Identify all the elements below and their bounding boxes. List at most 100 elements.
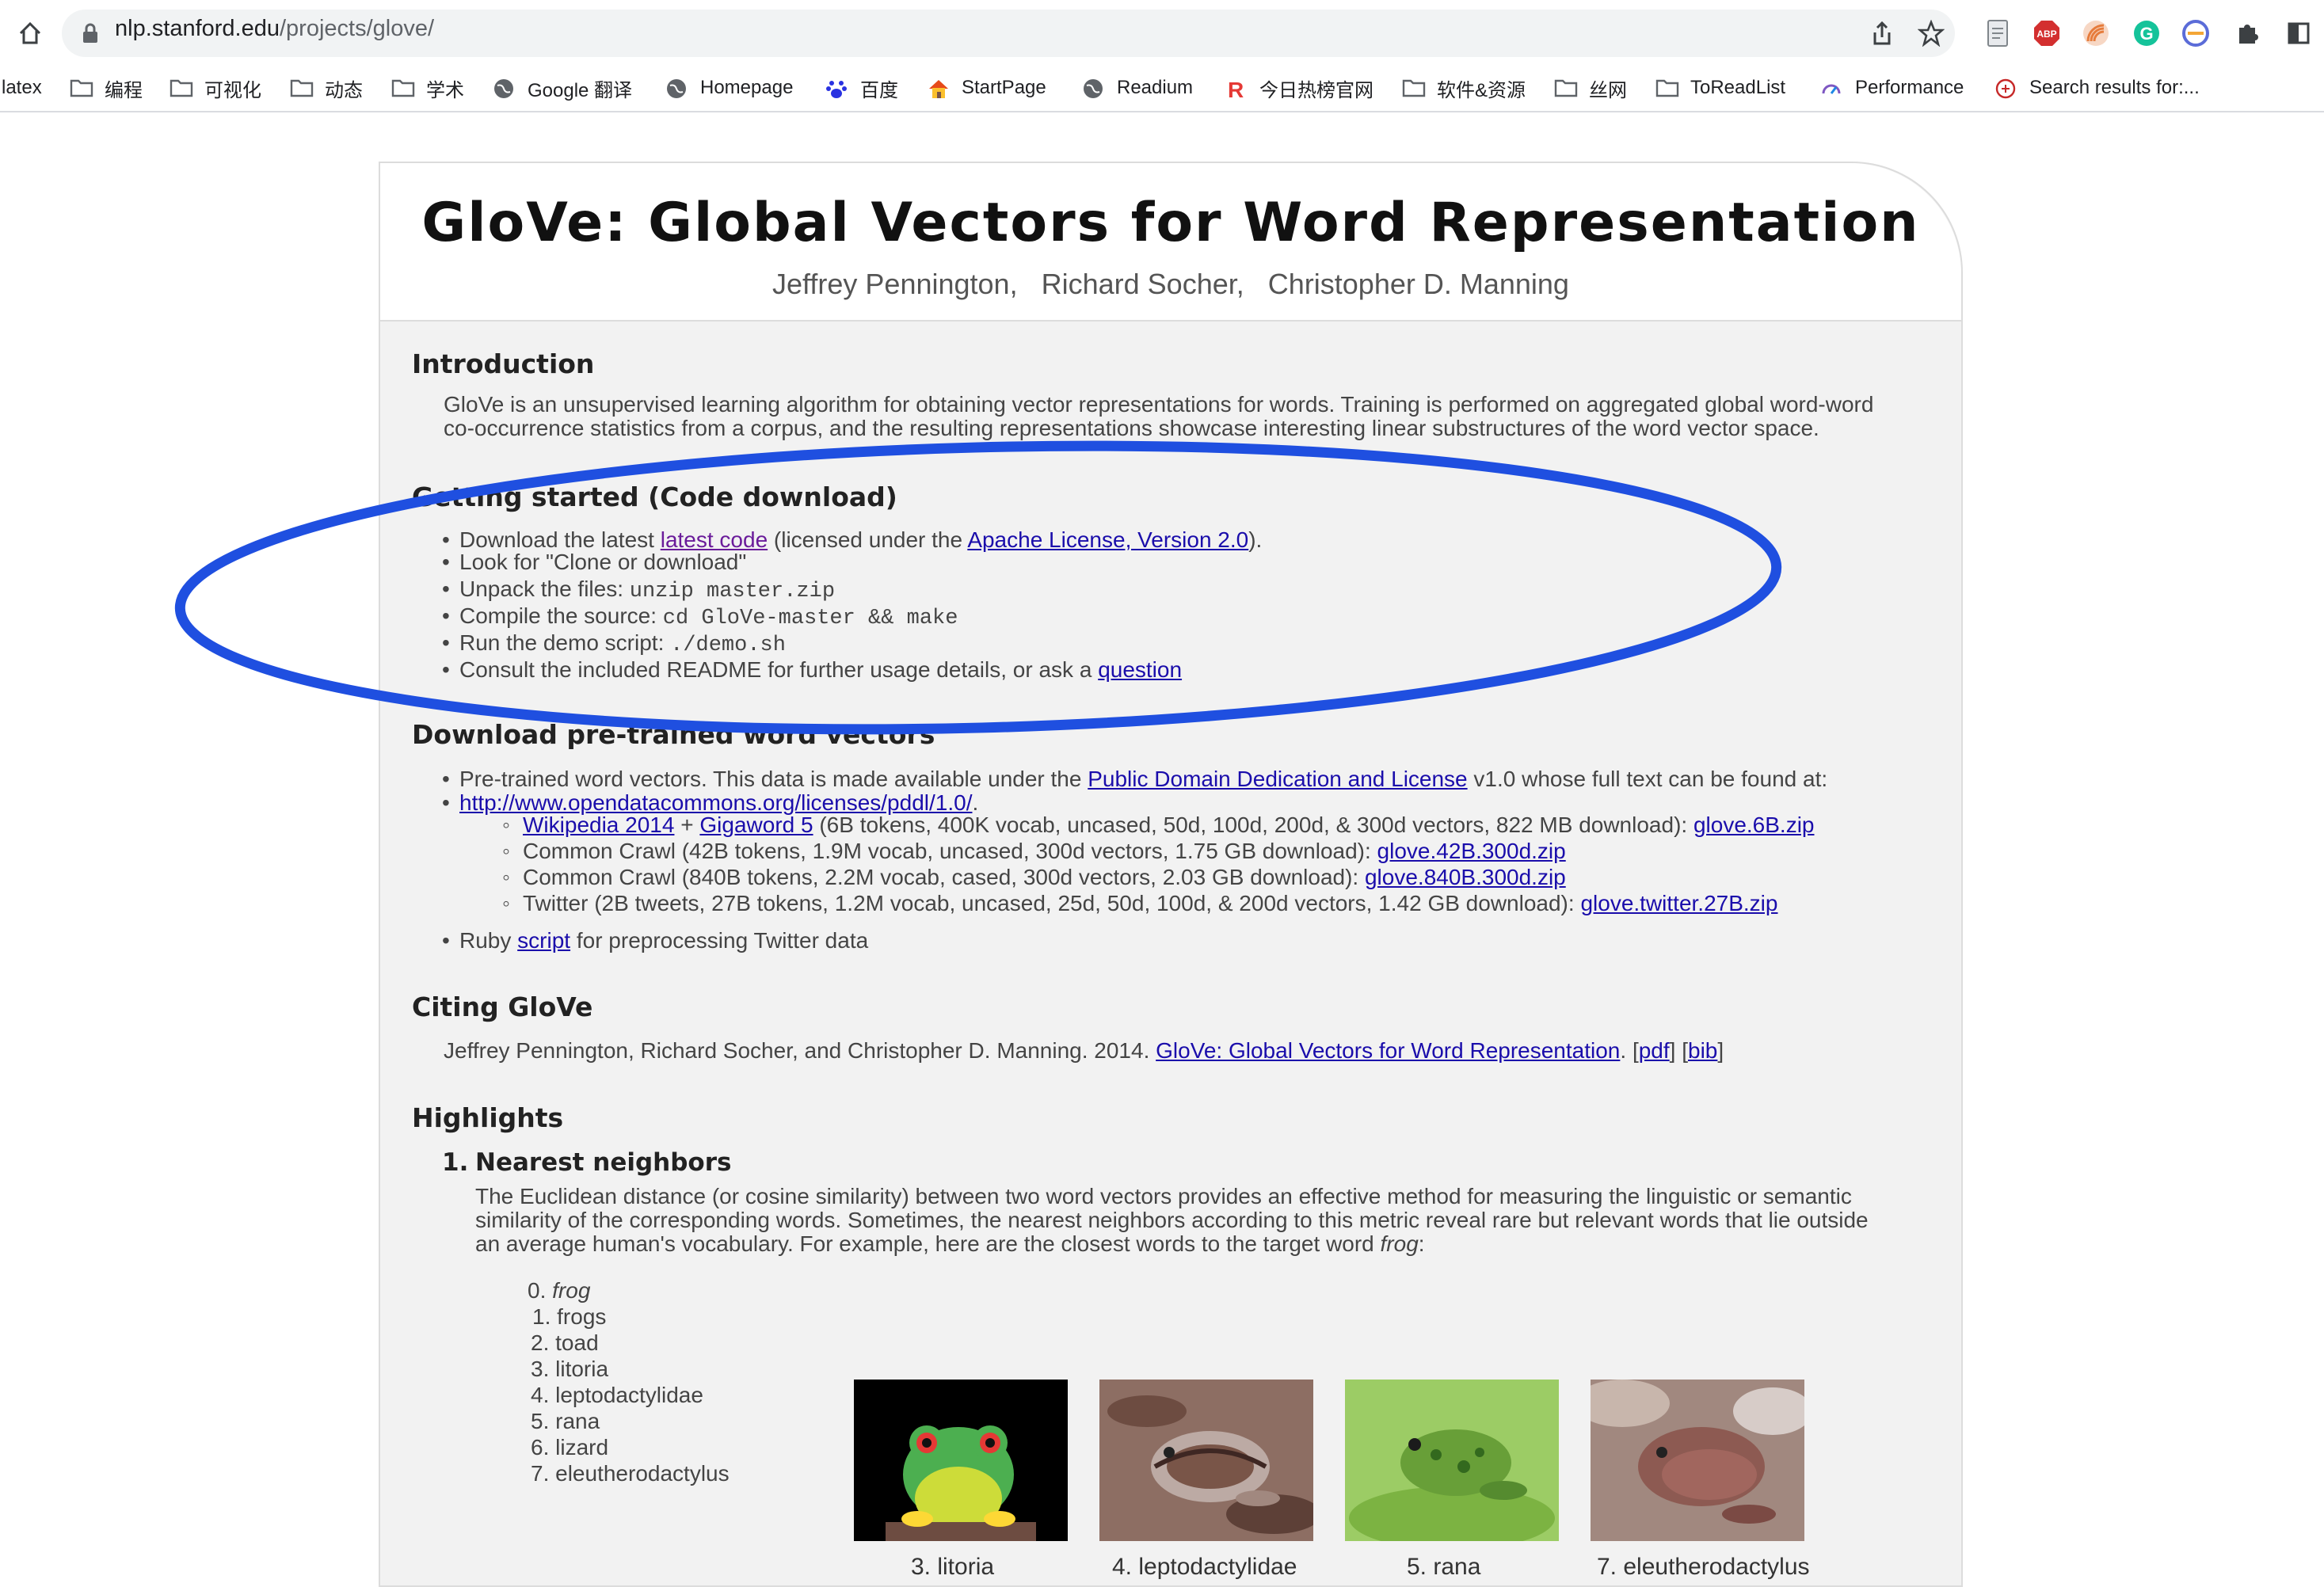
bookmark-label: Google 翻译: [528, 79, 633, 101]
author-list: Jeffrey Pennington, Richard Socher, Chri…: [380, 268, 1961, 301]
neighbor-num: 0.: [528, 1278, 547, 1303]
bookmark-latex[interactable]: latex: [2, 73, 42, 103]
pdf-link[interactable]: pdf: [1639, 1038, 1670, 1063]
web-page: GloVe: Global Vectors for Word Represent…: [0, 112, 2324, 1587]
home-icon[interactable]: [14, 17, 46, 49]
pretrained-text: .: [972, 790, 979, 815]
svg-text:ABP: ABP: [2036, 29, 2056, 40]
bookmark-label: Search results for:...: [2029, 77, 2200, 98]
bookmark-label: 学术: [426, 79, 464, 101]
ruby-script-link[interactable]: script: [517, 928, 570, 953]
pretrained-desc-item: Pre-trained word vectors. This data is m…: [442, 767, 1828, 792]
share-icon[interactable]: [1866, 17, 1898, 49]
bookmark-biancheng[interactable]: 编程: [70, 73, 143, 103]
translate-extension-icon[interactable]: [2180, 17, 2212, 49]
apache-license-link[interactable]: Apache License, Version 2.0: [967, 527, 1248, 552]
globe-icon: [1082, 78, 1106, 98]
frog-caption: 5. rana: [1407, 1554, 1481, 1580]
bookmark-jinri-rebang[interactable]: R 今日热榜官网: [1225, 73, 1373, 103]
intro-heading: Introduction: [412, 348, 595, 379]
neighbor-word: toad: [555, 1330, 599, 1355]
bookmark-readium[interactable]: Readium: [1082, 73, 1193, 103]
nn-line: The Euclidean distance (or cosine simila…: [475, 1184, 1852, 1208]
target-word: frog: [1380, 1231, 1419, 1256]
bookmark-label: Readium: [1117, 77, 1194, 98]
citation-text: Jeffrey Pennington, Richard Socher, and …: [444, 1038, 1156, 1063]
ruby-text: for preprocessing Twitter data: [570, 928, 869, 953]
bookmark-label: latex: [2, 77, 42, 98]
bookmark-toreadlist[interactable]: ToReadList: [1655, 73, 1785, 103]
rss-extension-icon[interactable]: [2080, 17, 2112, 49]
wikipedia-link[interactable]: Wikipedia 2014: [523, 813, 674, 837]
grammarly-icon[interactable]: G: [2131, 17, 2162, 49]
leptodactylidae-image: [1099, 1380, 1313, 1541]
glove-twitter-link[interactable]: glove.twitter.27B.zip: [1580, 891, 1777, 915]
folder-icon: [391, 78, 415, 98]
svg-text:R: R: [1228, 78, 1244, 101]
nn-line: an average human's vocabulary. For examp…: [475, 1232, 1869, 1256]
bookmark-startpage[interactable]: StartPage: [927, 73, 1046, 103]
bookmark-baidu[interactable]: 百度: [825, 73, 898, 103]
pddl-url-link[interactable]: http://www.opendatacommons.org/licenses/…: [459, 790, 972, 815]
url-text[interactable]: nlp.stanford.edu/projects/glove/: [115, 16, 434, 42]
latest-code-link[interactable]: latest code: [661, 527, 768, 552]
neighbor-num: 1.: [532, 1304, 551, 1329]
folder-icon: [290, 78, 314, 98]
bookmark-google-translate[interactable]: Google 翻译: [493, 73, 632, 103]
citation-sep: ]: [1717, 1038, 1724, 1063]
bookmark-xueshu[interactable]: 学术: [391, 73, 464, 103]
demo-text: Run the demo script:: [459, 630, 671, 655]
question-link[interactable]: question: [1098, 657, 1182, 682]
frog-caption: 3. litoria: [911, 1554, 995, 1580]
bookmark-ruanjian-ziyuan[interactable]: 软件&资源: [1402, 73, 1526, 103]
bookmark-label: 软件&资源: [1437, 79, 1526, 101]
bookmark-dongtai[interactable]: 动态: [290, 73, 363, 103]
search-results-icon: [1994, 78, 2018, 99]
bookmark-label: ToReadList: [1690, 77, 1786, 98]
pddl-link[interactable]: Public Domain Dedication and License: [1088, 767, 1467, 791]
neighbor-word: eleutherodactylus: [555, 1461, 730, 1486]
window-icon[interactable]: [2283, 17, 2314, 49]
glove-42b-link[interactable]: glove.42B.300d.zip: [1377, 839, 1566, 863]
glove-840b-link[interactable]: glove.840B.300d.zip: [1365, 865, 1566, 889]
intro-line: co-occurrence statistics from a corpus, …: [444, 416, 1819, 440]
bookmark-label: 可视化: [204, 79, 261, 101]
neighbor-num: 4.: [531, 1383, 550, 1407]
paper-link[interactable]: GloVe: Global Vectors for Word Represent…: [1156, 1038, 1620, 1063]
svg-text:G: G: [2139, 24, 2153, 44]
neighbor-num: 6.: [531, 1435, 550, 1460]
vector-desc: Common Crawl (42B tokens, 1.9M vocab, un…: [523, 839, 1377, 863]
bib-link[interactable]: bib: [1688, 1038, 1717, 1063]
neighbor-item: 6. lizard: [531, 1435, 608, 1460]
clone-hint-text: Look for "Clone or download": [459, 550, 747, 574]
pretrained-text: v1.0 whose full text can be found at:: [1467, 767, 1828, 791]
extensions-puzzle-icon[interactable]: [2232, 17, 2264, 49]
cc42-vectors-item: Common Crawl (42B tokens, 1.9M vocab, un…: [502, 839, 1566, 864]
bookmark-homepage[interactable]: Homepage: [665, 73, 793, 103]
lock-icon[interactable]: [79, 21, 101, 45]
bookmark-search-results[interactable]: Search results for:...: [1994, 73, 2200, 103]
bookmark-performance[interactable]: Performance: [1820, 73, 1964, 103]
citation-sep: . [: [1620, 1038, 1639, 1063]
vector-desc: (6B tokens, 400K vocab, uncased, 50d, 10…: [813, 813, 1693, 837]
gigaword-link[interactable]: Gigaword 5: [699, 813, 813, 837]
download-text: (licensed under the: [768, 527, 968, 552]
getting-started-heading: Getting started (Code download): [412, 481, 897, 512]
globe-icon: [665, 78, 689, 98]
twitter-vectors-item: Twitter (2B tweets, 27B tokens, 1.2M voc…: [502, 891, 1777, 916]
globe-icon: [493, 78, 516, 98]
bookmark-siwang[interactable]: 丝网: [1554, 73, 1627, 103]
bookmark-label: 百度: [860, 79, 898, 101]
glove-6b-link[interactable]: glove.6B.zip: [1693, 813, 1815, 837]
highlight-number: 1.: [442, 1148, 469, 1177]
reader-extension-icon[interactable]: [1982, 17, 2013, 49]
neighbor-word: leptodactylidae: [555, 1383, 703, 1407]
baidu-paw-icon: [825, 78, 849, 98]
unpack-text: Unpack the files:: [459, 577, 630, 601]
bookmark-star-icon[interactable]: [1915, 17, 1947, 49]
litoria-image: [854, 1380, 1068, 1541]
bookmark-keshihua[interactable]: 可视化: [170, 73, 261, 103]
adblock-icon[interactable]: ABP: [2031, 17, 2063, 49]
pretrained-heading: Download pre-trained word vectors: [412, 719, 935, 750]
folder-icon: [70, 78, 93, 98]
